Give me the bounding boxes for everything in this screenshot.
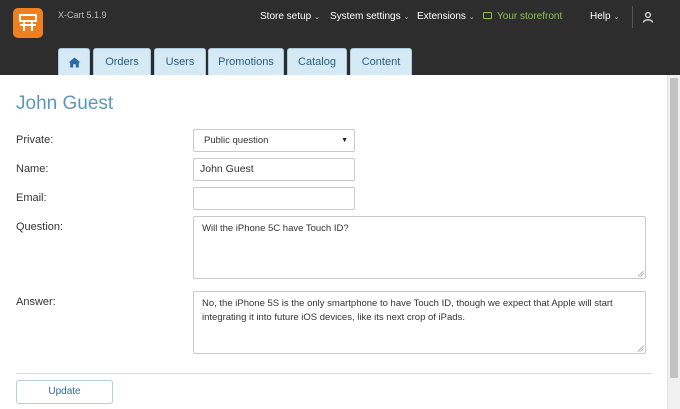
- private-label: Private:: [16, 134, 54, 146]
- question-label: Question:: [16, 221, 64, 233]
- resize-grip-icon[interactable]: [637, 345, 644, 352]
- xcart-logo-icon[interactable]: [13, 8, 43, 38]
- menu-extensions-label: Extensions: [417, 11, 466, 22]
- menu-system-settings-label: System settings: [330, 11, 401, 22]
- tab-orders[interactable]: Orders: [93, 48, 151, 75]
- tab-users[interactable]: Users: [154, 48, 206, 75]
- email-field[interactable]: [193, 187, 355, 210]
- admin-header: X-Cart 5.1.9 Store setup ⌄ System setting…: [0, 0, 680, 75]
- email-label: Email:: [16, 192, 47, 204]
- tab-content[interactable]: Content: [350, 48, 412, 75]
- triangle-down-icon: ▼: [341, 137, 348, 144]
- question-textarea[interactable]: Will the iPhone 5C have Touch ID?: [193, 216, 646, 279]
- menu-system-settings[interactable]: System settings ⌄: [330, 11, 409, 22]
- form-divider: [16, 373, 652, 374]
- monitor-icon: [483, 12, 492, 19]
- tab-promotions[interactable]: Promotions: [208, 48, 284, 75]
- private-select[interactable]: Public question ▼: [193, 129, 355, 152]
- page-scrollbar[interactable]: [667, 75, 680, 409]
- resize-grip-icon[interactable]: [637, 270, 644, 277]
- chevron-down-icon: ⌄: [468, 14, 475, 21]
- menu-store-setup[interactable]: Store setup ⌄: [260, 11, 320, 22]
- name-label: Name:: [16, 163, 49, 175]
- page-title: John Guest: [16, 93, 114, 114]
- user-icon[interactable]: [642, 10, 654, 23]
- update-button[interactable]: Update: [16, 380, 113, 404]
- chevron-down-icon: ⌄: [613, 14, 620, 21]
- name-field[interactable]: John Guest: [193, 158, 355, 181]
- answer-text: No, the iPhone 5S is the only smartphone…: [202, 298, 613, 323]
- menu-extensions[interactable]: Extensions ⌄: [417, 11, 475, 22]
- answer-textarea[interactable]: No, the iPhone 5S is the only smartphone…: [193, 291, 646, 354]
- chevron-down-icon: ⌄: [403, 14, 410, 21]
- home-icon: [68, 57, 81, 68]
- nav-divider: [632, 6, 633, 28]
- tab-home[interactable]: [58, 48, 90, 75]
- storefront-label: Your storefront: [497, 11, 563, 22]
- menu-store-setup-label: Store setup: [260, 11, 312, 22]
- scrollbar-thumb[interactable]: [670, 78, 678, 378]
- chevron-down-icon: ⌄: [314, 14, 321, 21]
- answer-label: Answer:: [16, 296, 56, 308]
- app-version: X-Cart 5.1.9: [58, 10, 107, 20]
- private-select-value: Public question: [204, 135, 269, 146]
- menu-help[interactable]: Help ⌄: [590, 11, 619, 22]
- storefront-link[interactable]: Your storefront: [483, 11, 562, 22]
- menu-help-label: Help: [590, 11, 611, 22]
- tab-catalog[interactable]: Catalog: [287, 48, 347, 75]
- question-text: Will the iPhone 5C have Touch ID?: [202, 223, 349, 234]
